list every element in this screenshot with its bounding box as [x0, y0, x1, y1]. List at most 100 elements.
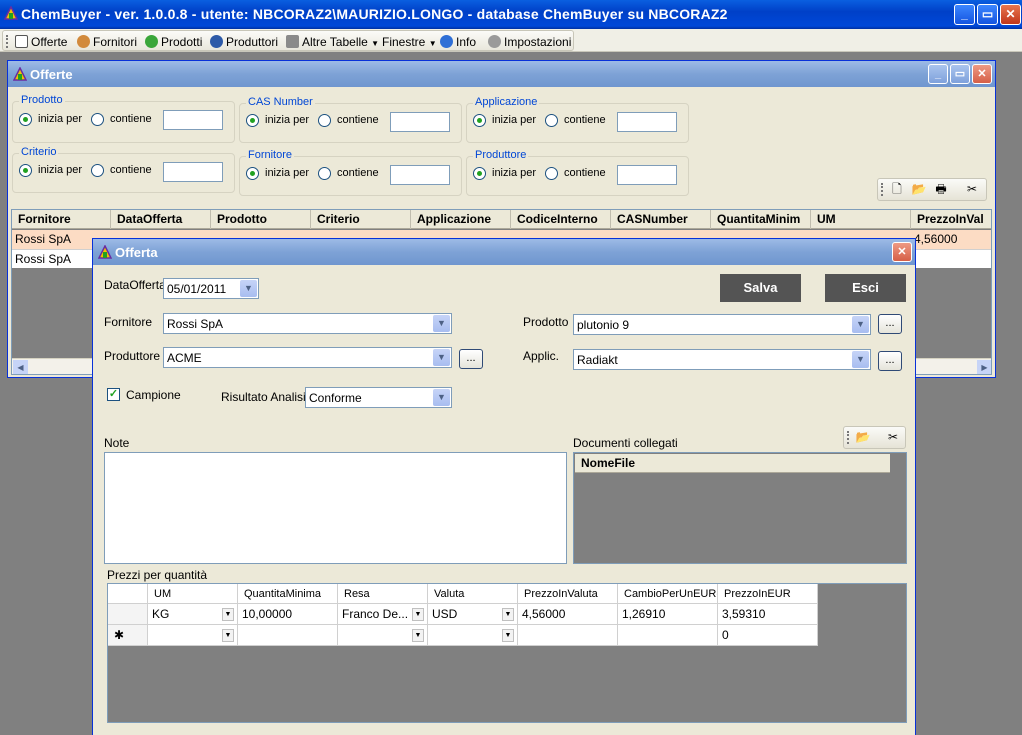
filter-cas-inizia-radio[interactable] [246, 114, 259, 127]
data-offerta-picker[interactable]: 05/01/2011 ▼ [163, 278, 259, 299]
fornitore-combo[interactable]: Rossi SpA ▼ [163, 313, 452, 334]
toolbar-grip[interactable] [881, 183, 884, 196]
cell-valuta[interactable]: USD ▼ [428, 604, 518, 625]
offerte-minimize-button[interactable]: _ [928, 64, 948, 84]
filter-produttore-contiene-radio[interactable] [545, 167, 558, 180]
filter-criterio-contiene-radio[interactable] [91, 164, 104, 177]
menu-prodotti[interactable]: Prodotti [145, 34, 202, 50]
cell-prezzo-in-eur[interactable]: 0 [718, 625, 818, 646]
open-folder-icon[interactable]: 📂 [911, 182, 927, 197]
column-header[interactable]: QuantitaMinima [238, 584, 338, 604]
menu-impostazioni[interactable]: Impostazioni [488, 34, 571, 50]
menu-finestre[interactable]: Finestre ▼ [382, 34, 437, 50]
column-header[interactable]: Applicazione [411, 210, 511, 229]
column-header[interactable]: QuantitaMinim [711, 210, 811, 229]
prodotto-combo[interactable]: plutonio 9 ▼ [573, 314, 871, 335]
dropdown-arrow-icon[interactable]: ▼ [412, 629, 424, 642]
filter-applicazione-input[interactable] [617, 112, 677, 132]
new-document-icon[interactable]: 🗋 [889, 182, 905, 197]
offerte-title-bar[interactable]: Offerte _ ▭ ✕ [8, 61, 995, 87]
column-header[interactable]: PrezzoInEUR [718, 584, 818, 604]
menu-produttori[interactable]: Produttori [210, 34, 278, 50]
esci-button[interactable]: Esci [825, 274, 906, 302]
restore-button[interactable]: ▭ [977, 4, 998, 25]
chevron-down-icon[interactable]: ▼ [433, 315, 450, 332]
filter-produttore-input[interactable] [617, 165, 677, 185]
new-row-icon[interactable]: ✱ [108, 625, 148, 646]
column-header[interactable]: UM [811, 210, 911, 229]
column-header[interactable]: UM [148, 584, 238, 604]
close-button[interactable]: ✕ [1000, 4, 1021, 25]
column-header[interactable]: CASNumber [611, 210, 711, 229]
note-textarea[interactable] [104, 452, 567, 564]
produttore-browse-button[interactable]: ... [459, 349, 483, 369]
row-header[interactable] [108, 604, 148, 625]
column-header[interactable]: Criterio [311, 210, 411, 229]
cell-quantita-minima[interactable] [238, 625, 338, 646]
menu-fornitori[interactable]: Fornitori [77, 34, 137, 50]
filter-fornitore-inizia-radio[interactable] [246, 167, 259, 180]
filter-produttore-inizia-radio[interactable] [473, 167, 486, 180]
column-header[interactable]: Prodotto [211, 210, 311, 229]
offerte-maximize-button[interactable]: ▭ [950, 64, 970, 84]
chevron-down-icon[interactable]: ▼ [852, 316, 869, 333]
cell-resa[interactable]: Franco De... ▼ [338, 604, 428, 625]
offerta-close-button[interactable]: ✕ [892, 242, 912, 262]
filter-applicazione-contiene-radio[interactable] [545, 114, 558, 127]
offerta-title-bar[interactable]: Offerta ✕ [93, 239, 915, 265]
cut-icon[interactable]: ✂ [885, 430, 901, 445]
applic-combo[interactable]: Radiakt ▼ [573, 349, 871, 370]
cell-cambio[interactable] [618, 625, 718, 646]
menu-info[interactable]: Info [440, 34, 476, 50]
applic-browse-button[interactable]: ... [878, 351, 902, 371]
column-header[interactable]: CambioPerUnEUR( [618, 584, 718, 604]
produttore-combo[interactable]: ACME ▼ [163, 347, 452, 368]
filter-criterio-input[interactable] [163, 162, 223, 182]
filter-criterio-inizia-radio[interactable] [19, 164, 32, 177]
cell-resa[interactable]: ▼ [338, 625, 428, 646]
minimize-button[interactable]: _ [954, 4, 975, 25]
chevron-down-icon[interactable]: ▼ [433, 349, 450, 366]
column-header[interactable]: PrezzoInVal [911, 210, 991, 229]
dropdown-arrow-icon[interactable]: ▼ [222, 629, 234, 642]
column-header[interactable]: Resa [338, 584, 428, 604]
menu-offerte[interactable]: Offerte [15, 34, 67, 50]
chevron-down-icon[interactable]: ▼ [852, 351, 869, 368]
cell-quantita-minima[interactable]: 10,00000 [238, 604, 338, 625]
dropdown-arrow-icon[interactable]: ▼ [222, 608, 234, 621]
calendar-dropdown-icon[interactable]: ▼ [240, 280, 257, 297]
cut-icon[interactable]: ✂ [964, 182, 980, 197]
filter-prodotto-input[interactable] [163, 110, 223, 130]
filter-fornitore-input[interactable] [390, 165, 450, 185]
cell-cambio[interactable]: 1,26910 [618, 604, 718, 625]
scroll-left-icon[interactable]: ◀ [13, 360, 28, 374]
cell-um[interactable]: KG ▼ [148, 604, 238, 625]
column-header[interactable]: CodiceInterno [511, 210, 611, 229]
offerte-close-button[interactable]: ✕ [972, 64, 992, 84]
filter-applicazione-inizia-radio[interactable] [473, 114, 486, 127]
filter-prodotto-inizia-radio[interactable] [19, 113, 32, 126]
toolbar-grip[interactable] [847, 431, 850, 444]
scroll-right-icon[interactable]: ▶ [977, 360, 991, 374]
cell-prezzo-in-valuta[interactable] [518, 625, 618, 646]
cell-valuta[interactable]: ▼ [428, 625, 518, 646]
filter-fornitore-contiene-radio[interactable] [318, 167, 331, 180]
print-icon[interactable]: 🖶 [933, 182, 949, 197]
open-folder-icon[interactable]: 📂 [855, 430, 871, 445]
campione-checkbox[interactable]: ✓ [107, 388, 120, 401]
prodotto-browse-button[interactable]: ... [878, 314, 902, 334]
menu-altre-tabelle[interactable]: Altre Tabelle ▼ [286, 34, 379, 50]
toolstrip-grip[interactable] [6, 35, 9, 48]
risultato-analisi-combo[interactable]: Conforme ▼ [305, 387, 452, 408]
filter-cas-contiene-radio[interactable] [318, 114, 331, 127]
dropdown-arrow-icon[interactable]: ▼ [412, 608, 424, 621]
column-header[interactable]: NomeFile [575, 454, 890, 473]
cell-um[interactable]: ▼ [148, 625, 238, 646]
filter-cas-input[interactable] [390, 112, 450, 132]
column-header[interactable]: DataOfferta [111, 210, 211, 229]
cell-prezzo-in-valuta[interactable]: 4,56000 [518, 604, 618, 625]
dropdown-arrow-icon[interactable]: ▼ [502, 629, 514, 642]
dropdown-arrow-icon[interactable]: ▼ [502, 608, 514, 621]
cell-prezzo-in-eur[interactable]: 3,59310 [718, 604, 818, 625]
column-header[interactable]: Fornitore [12, 210, 111, 229]
